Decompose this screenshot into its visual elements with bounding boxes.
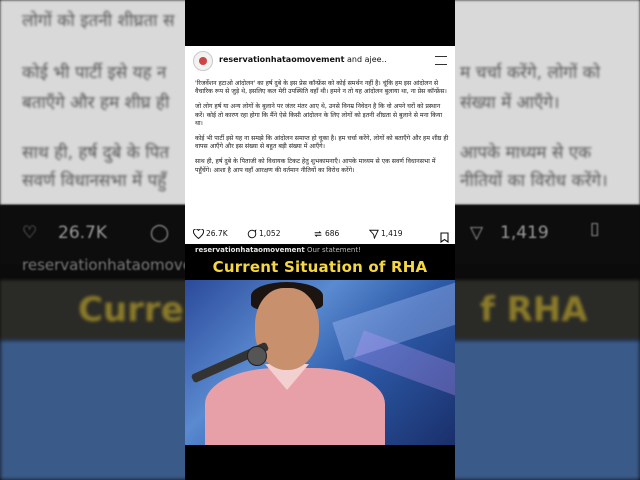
repost-count: 686 [325,229,340,238]
like-count: 26.7K [206,229,228,238]
bg-title-left: Curre [78,290,184,330]
comment-count: 1,052 [259,229,281,238]
speaker-photo [185,280,455,445]
bg-line-2-right: म चर्चा करेंगे, लोगों को [460,63,601,83]
bg-likes: 26.7K [58,223,107,243]
bg-line-5-right: नीतियों का विरोध करेंगे। [460,171,608,191]
comment-icon [247,229,257,239]
repost-icon [314,231,322,237]
share-count: 1,419 [381,229,403,238]
post-header: reservationhataomovement and ajee.. [185,46,455,76]
post-coauthor[interactable]: and ajee.. [347,55,387,64]
post-paragraph: जो लोग हर्ष या अन्य लोगों के बुलाने पर ज… [195,103,443,127]
avatar[interactable] [193,51,213,71]
overlay-title: Current Situation of RHA [212,258,428,276]
bg-shares: 1,419 [500,223,549,243]
post-paragraph: कोई भी पार्टी इसे यह ना समझे कि आंदोलन स… [195,135,449,151]
video-panel: reservationhataomovement and ajee.. 'रिज… [185,0,455,480]
post-caption: reservationhataomovement Our statement! [195,246,361,254]
send-icon [368,229,379,240]
repost-button[interactable]: 686 [313,229,339,239]
menu-icon[interactable] [435,56,447,65]
post-author-line: reservationhataomovement and ajee.. [219,55,387,64]
post-action-bar: 26.7K 1,052 686 1,419 [185,224,455,244]
post-body: 'रिजर्वेशन हटाओ आंदोलन' का हर्ष दुबे के … [185,76,455,224]
bg-heart-icon: ♡ [22,223,38,243]
bg-comment-icon: ◯ [150,223,170,243]
caption-text: Our statement! [307,246,361,254]
bg-title-right: f RHA [480,290,588,330]
bg-send-icon: ▽ [470,223,484,243]
bg-bookmark-icon: ▯ [590,219,600,239]
comment-button[interactable]: 1,052 [247,229,280,239]
post-paragraph: 'रिजर्वेशन हटाओ आंदोलन' का हर्ष दुबे के … [195,80,447,96]
like-button[interactable]: 26.7K [192,228,228,240]
caption-user[interactable]: reservationhataomovement [195,246,305,254]
bg-line-3-right: संख्या में आएँगे। [460,93,560,113]
post-paragraph: साथ ही, हर्ष दुबे के पिताजी को विधायक टि… [195,158,436,174]
post-author[interactable]: reservationhataomovement [219,55,344,64]
heart-icon [192,228,205,240]
share-button[interactable]: 1,419 [368,229,403,240]
bg-line-4-right: आपके माध्यम से एक [460,143,592,163]
bookmark-icon[interactable] [440,228,449,247]
